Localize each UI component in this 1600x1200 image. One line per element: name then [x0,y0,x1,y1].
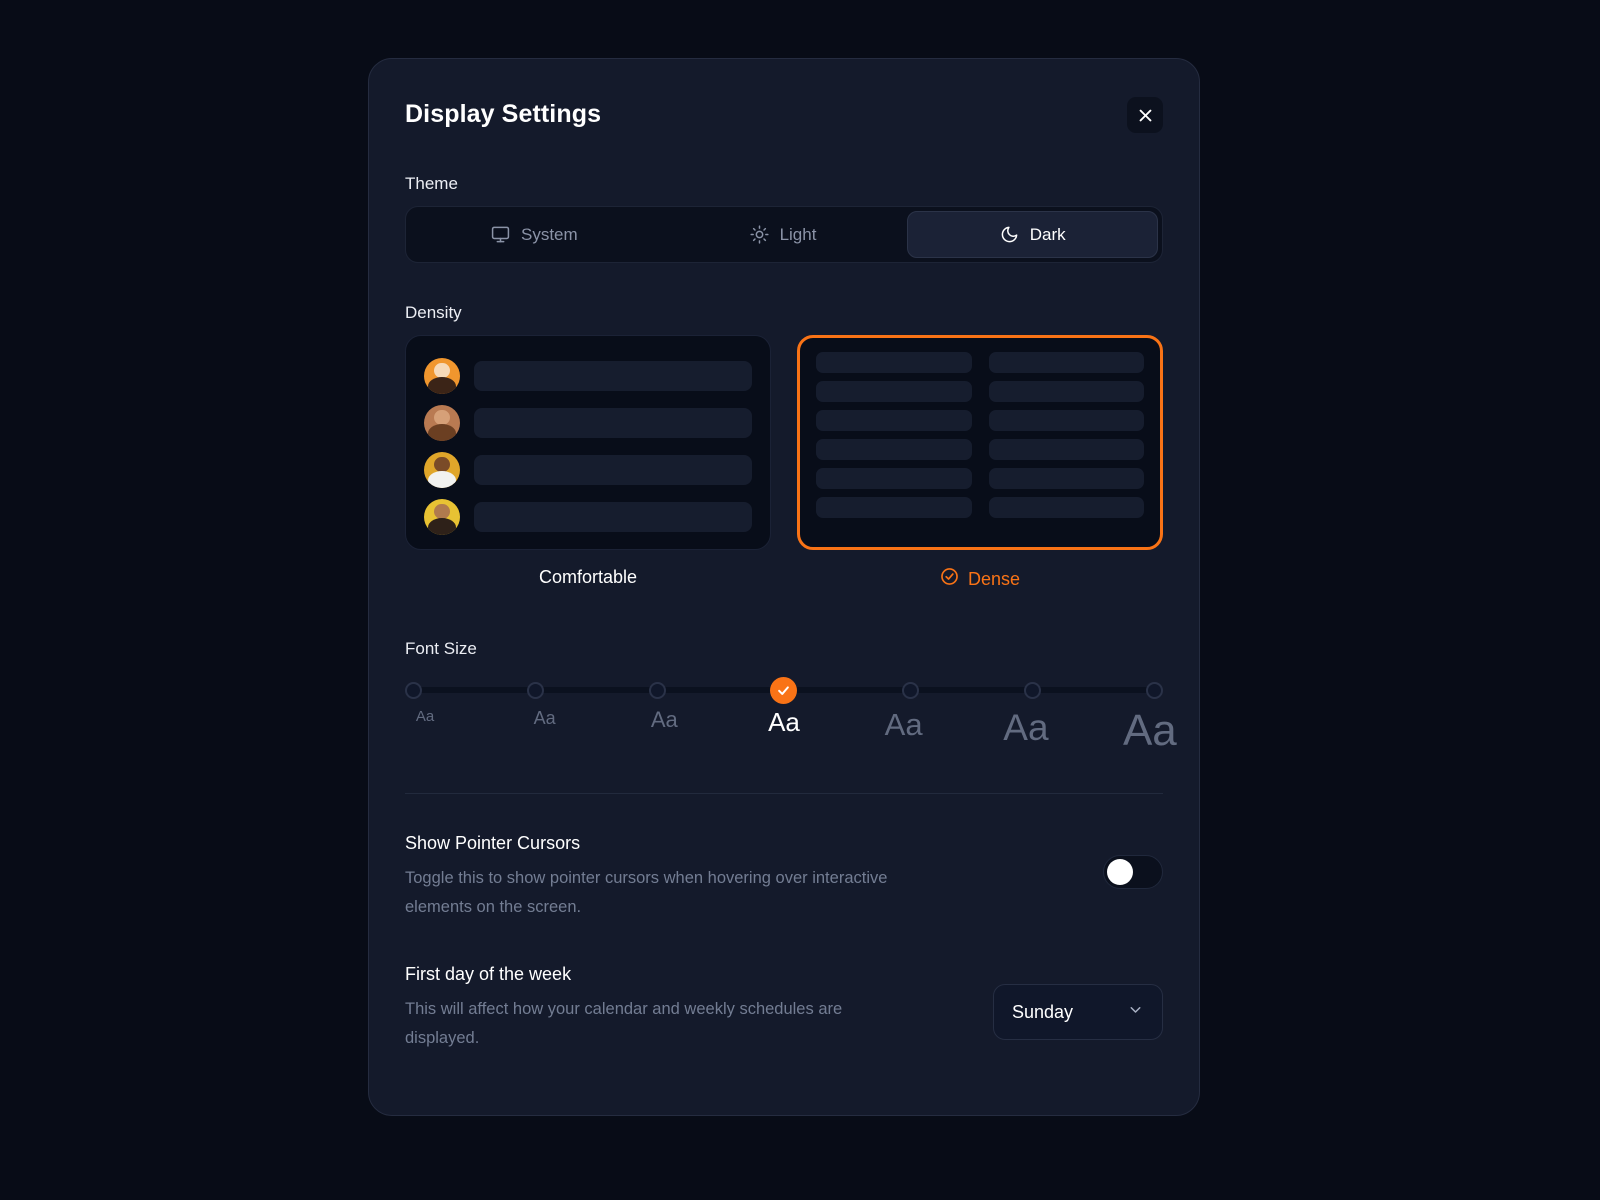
avatar-2 [424,404,460,441]
chevron-down-icon [1127,1001,1144,1023]
font-size-sample: Aa [415,708,435,725]
font-size-label: Font Size [405,639,477,658]
density-option-comfortable[interactable]: Comfortable [405,335,771,591]
first-day-of-week-select[interactable]: Sunday [993,984,1163,1040]
dense-preview-bar [816,352,972,373]
close-button[interactable] [1127,97,1163,133]
dense-preview-bar [988,410,1144,431]
moon-icon [1000,225,1019,244]
theme-segmented-control: System Light Dark [405,206,1163,263]
show-pointer-cursors-description: Toggle this to show pointer cursors when… [405,869,888,916]
comfortable-preview-bar [474,360,752,391]
comfortable-preview-row [424,352,752,399]
avatar-body [427,470,457,488]
font-size-sample: Aa [650,707,678,732]
dense-preview-bar [816,410,972,431]
theme-label: Theme [405,174,458,193]
density-caption-dense-label: Dense [967,568,1021,589]
monitor-icon [491,225,510,244]
font-size-sample: Aa [768,707,800,737]
comfortable-preview-bar [474,454,752,485]
dense-preview-bar [816,439,972,460]
font-size-slider-dots [405,676,1163,704]
font-size-sample: Aa [1003,707,1049,748]
display-settings-dialog: Display Settings Theme System Light Dark… [368,58,1200,1116]
theme-section: Theme System Light Dark [405,174,1163,263]
font-size-dot[interactable] [1024,681,1042,699]
font-size-dot[interactable] [648,681,666,699]
theme-option-dark-label: Dark [1029,224,1066,244]
dense-preview-bar [988,381,1144,402]
avatar-body [427,423,457,441]
first-day-of-week-description: This will affect how your calendar and w… [405,1000,843,1047]
avatar-body [427,376,457,394]
avatar-4 [424,498,460,535]
show-pointer-cursors-toggle[interactable] [1103,855,1163,889]
dense-preview-bar [988,468,1144,489]
check-circle-icon [940,567,959,591]
theme-option-dark[interactable]: Dark [907,211,1159,258]
show-pointer-cursors-text: Show Pointer Cursors Toggle this to show… [405,833,895,922]
comfortable-preview-row [424,493,752,540]
dense-preview-card[interactable] [797,335,1163,550]
font-size-sample: Aa [884,707,923,742]
density-caption-dense: Dense [797,567,1163,591]
density-section: Density Comfortable Dense [405,303,1163,591]
first-day-of-week-value: Sunday [1012,1001,1074,1022]
density-option-dense[interactable]: Dense [797,335,1163,591]
theme-option-system[interactable]: System [410,211,659,258]
dialog-header: Display Settings [405,97,1163,141]
comfortable-preview-rows [424,352,752,540]
first-day-of-week-title: First day of the week [405,964,572,984]
page-root: Display Settings Theme System Light Dark… [0,0,1600,1200]
sun-icon [749,225,769,244]
comfortable-preview-bar [474,407,752,438]
font-size-sample-labels: Aa Aa Aa Aa Aa Aa Aa [405,707,1177,753]
density-options: Comfortable Dense [405,335,1163,591]
section-divider [405,793,1163,794]
comfortable-preview-bar [474,501,752,532]
dense-preview-bar [988,497,1144,518]
show-pointer-cursors-row: Show Pointer Cursors Toggle this to show… [405,833,1163,922]
close-icon [1137,107,1154,124]
density-label: Density [405,303,462,322]
font-size-slider[interactable] [405,676,1163,704]
avatar-1 [424,357,460,394]
font-size-dot[interactable] [526,681,544,699]
density-caption-comfortable: Comfortable [405,567,771,588]
theme-option-light-label: Light [779,224,817,244]
density-caption-comfortable-label: Comfortable [538,567,638,587]
toggle-knob [1107,859,1133,885]
dense-preview-bar [816,468,972,489]
theme-option-system-label: System [520,224,578,244]
avatar-body [427,517,457,535]
font-size-dot-selected[interactable] [770,676,798,704]
font-size-sample: Aa [1122,706,1177,755]
dense-preview-bar [816,381,972,402]
show-pointer-cursors-title: Show Pointer Cursors [405,833,581,853]
dense-preview-bar [988,352,1144,373]
font-size-sample: Aa [533,708,556,728]
font-size-dot[interactable] [1145,681,1163,699]
font-size-dot[interactable] [902,681,920,699]
comfortable-preview-card[interactable] [405,335,771,550]
comfortable-preview-row [424,446,752,493]
comfortable-preview-row [424,399,752,446]
first-day-of-week-row: First day of the week This will affect h… [405,964,1163,1053]
first-day-of-week-text: First day of the week This will affect h… [405,964,895,1053]
font-size-section: Font Size Aa Aa Aa Aa Aa Aa Aa [405,639,1177,753]
check-icon [778,685,790,695]
page-title: Display Settings [405,100,602,128]
theme-option-light[interactable]: Light [659,211,908,258]
font-size-dot[interactable] [405,681,422,699]
dense-preview-bar [816,497,972,518]
avatar-3 [424,451,460,488]
dense-preview-grid [816,352,1144,518]
dense-preview-bar [988,439,1144,460]
